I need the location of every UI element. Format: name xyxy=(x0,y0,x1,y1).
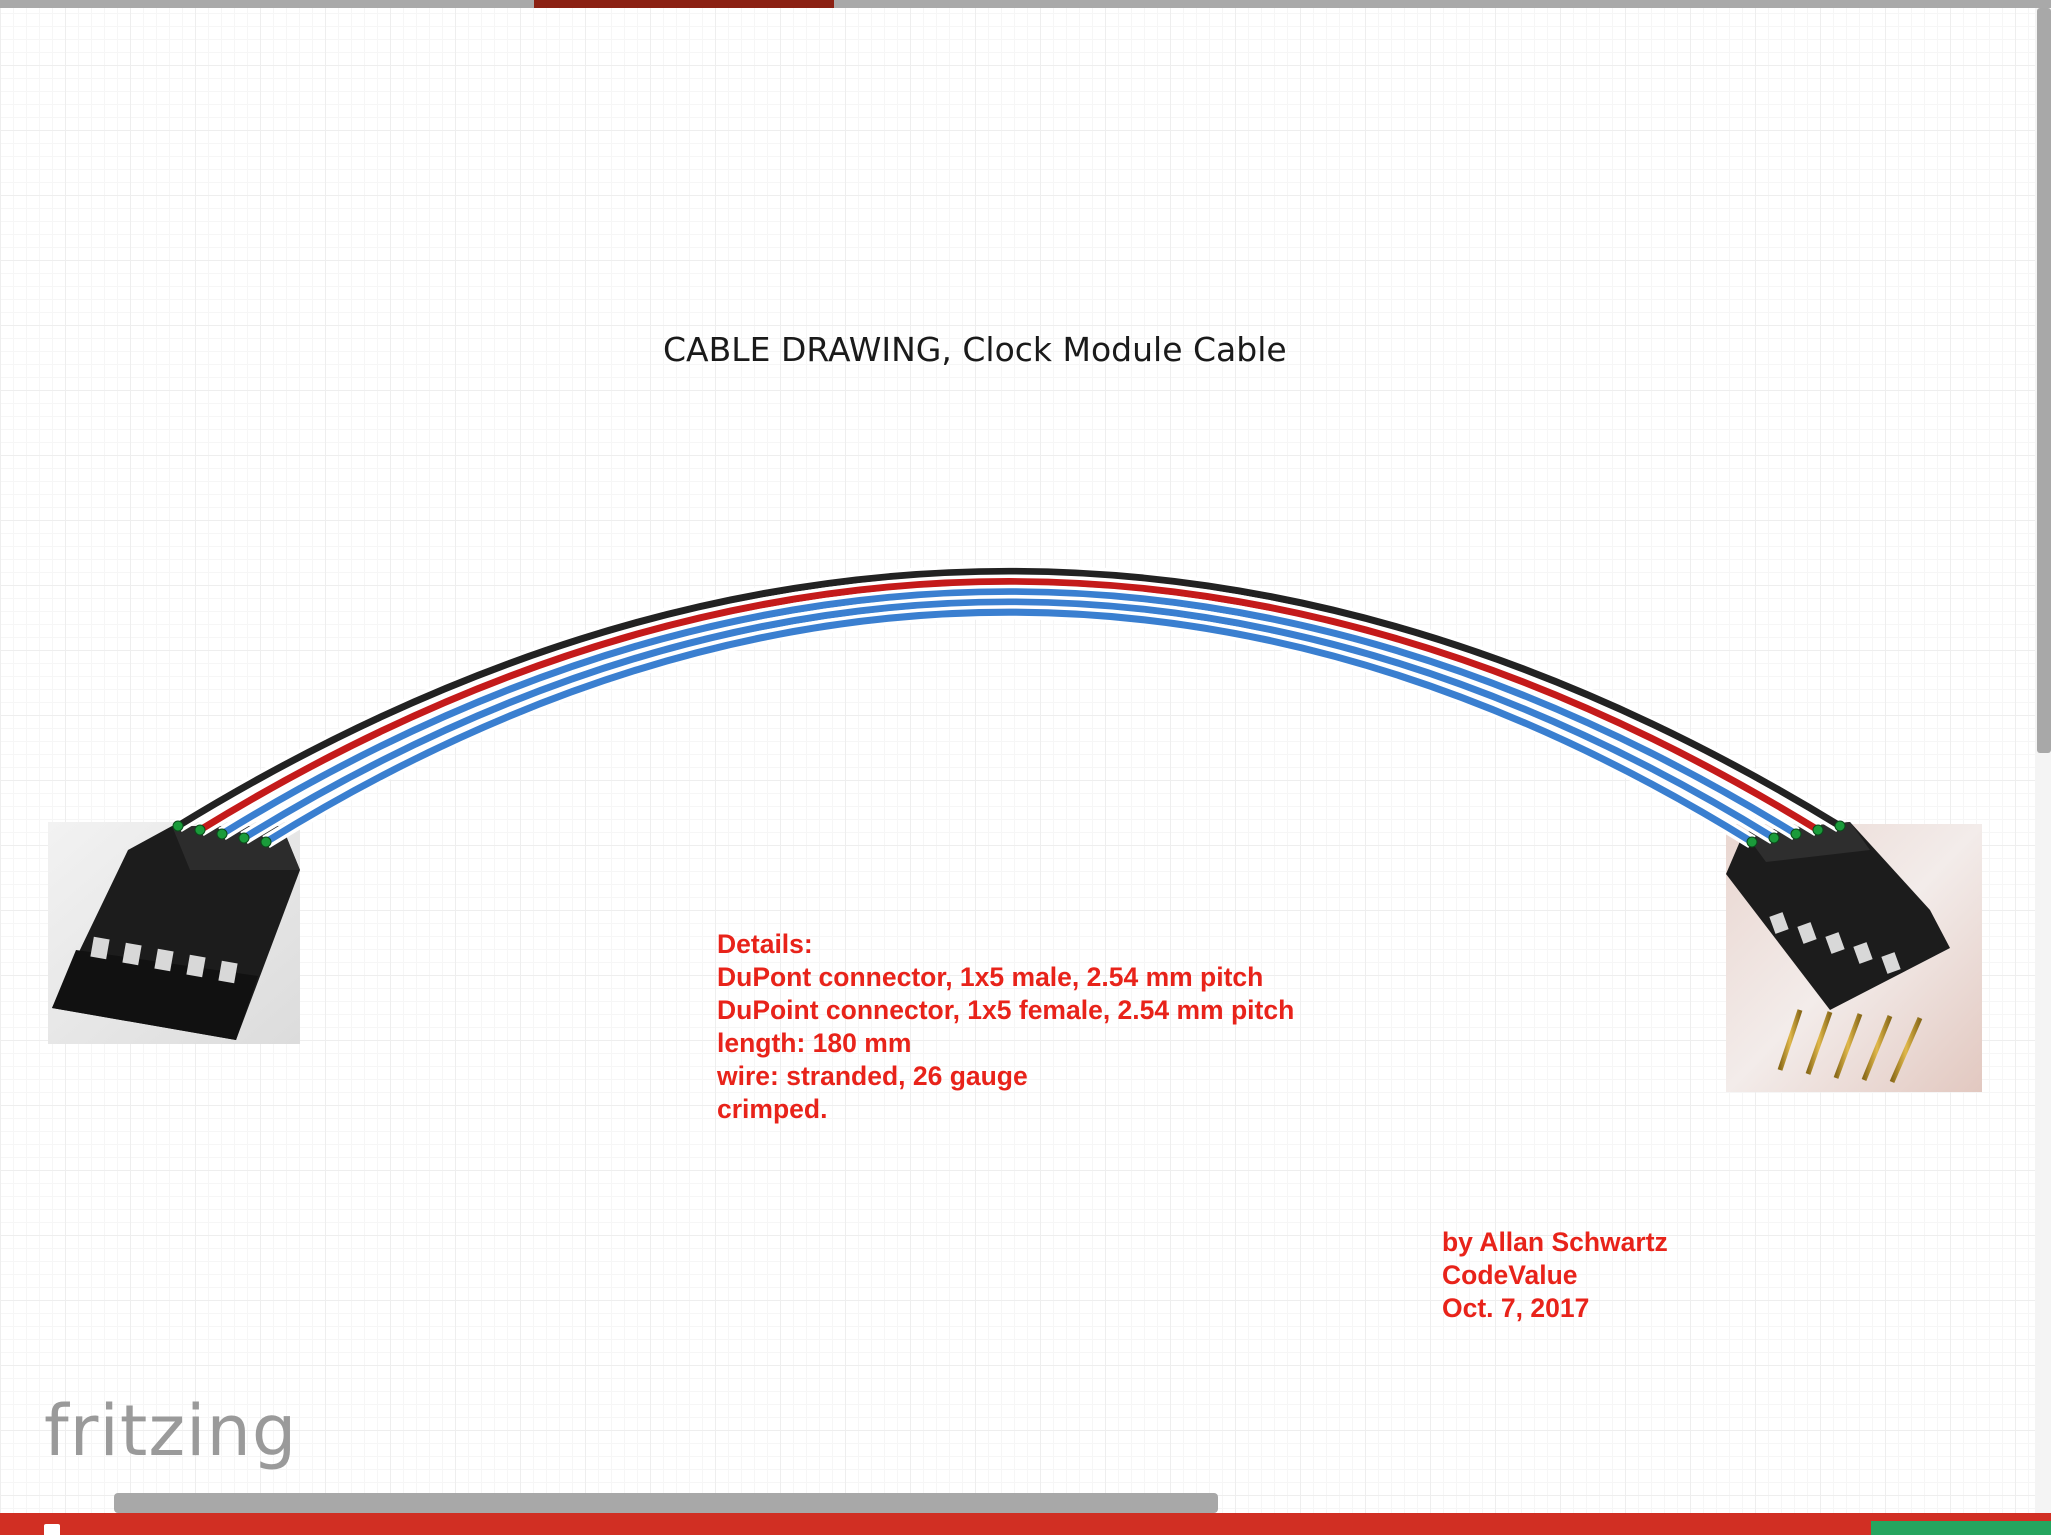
details-line: wire: stranded, 26 gauge xyxy=(717,1061,1028,1091)
female-connector-slot xyxy=(154,948,174,972)
date-line: Oct. 7, 2017 xyxy=(1442,1293,1590,1323)
bottom-toolbar xyxy=(0,1513,2051,1535)
female-connector-slot xyxy=(218,960,238,984)
wire-endpoint[interactable] xyxy=(260,836,272,848)
details-line: length: 180 mm xyxy=(717,1028,912,1058)
wire-endpoint[interactable] xyxy=(172,820,184,832)
author-line: by Allan Schwartz xyxy=(1442,1227,1668,1257)
details-line: DuPont connector, 1x5 male, 2.54 mm pitc… xyxy=(717,962,1264,992)
wire-endpoint[interactable] xyxy=(1790,828,1802,840)
female-connector-slot xyxy=(122,942,142,966)
female-connector-photo[interactable] xyxy=(48,822,300,1044)
credits-note: by Allan Schwartz CodeValue Oct. 7, 2017 xyxy=(1442,1226,1668,1325)
vertical-scrollbar-thumb[interactable] xyxy=(2037,8,2051,753)
company-line: CodeValue xyxy=(1442,1260,1578,1290)
wire-endpoint[interactable] xyxy=(1768,832,1780,844)
bottom-view-switcher[interactable] xyxy=(1871,1521,2051,1535)
wire-blue[interactable] xyxy=(264,608,1754,845)
wire-endpoint[interactable] xyxy=(1834,820,1846,832)
female-connector-slot xyxy=(90,936,110,960)
cable-drawing xyxy=(48,564,1982,1092)
wire-endpoint[interactable] xyxy=(194,824,206,836)
female-connector-slot xyxy=(186,954,206,978)
fritzing-logo: fritzing xyxy=(44,1390,298,1472)
cable-wires[interactable] xyxy=(172,564,1846,848)
drawing-title: CABLE DRAWING, Clock Module Cable xyxy=(663,330,1287,369)
horizontal-scrollbar-thumb[interactable] xyxy=(114,1493,1218,1513)
wire-endpoint[interactable] xyxy=(1812,824,1824,836)
male-connector-photo[interactable] xyxy=(1726,822,1982,1092)
wire-endpoint[interactable] xyxy=(1746,836,1758,848)
details-line: crimped. xyxy=(717,1094,828,1124)
details-line: DuPoint connector, 1x5 female, 2.54 mm p… xyxy=(717,995,1295,1025)
wire-blue[interactable] xyxy=(242,598,1776,841)
wire-blue[interactable] xyxy=(220,588,1798,837)
wire-endpoint[interactable] xyxy=(238,832,250,844)
details-note: Details: DuPont connector, 1x5 male, 2.5… xyxy=(717,928,1294,1126)
wire-endpoint[interactable] xyxy=(216,828,228,840)
bottom-toolbar-icon[interactable] xyxy=(44,1524,60,1535)
details-heading: Details: xyxy=(717,929,813,959)
